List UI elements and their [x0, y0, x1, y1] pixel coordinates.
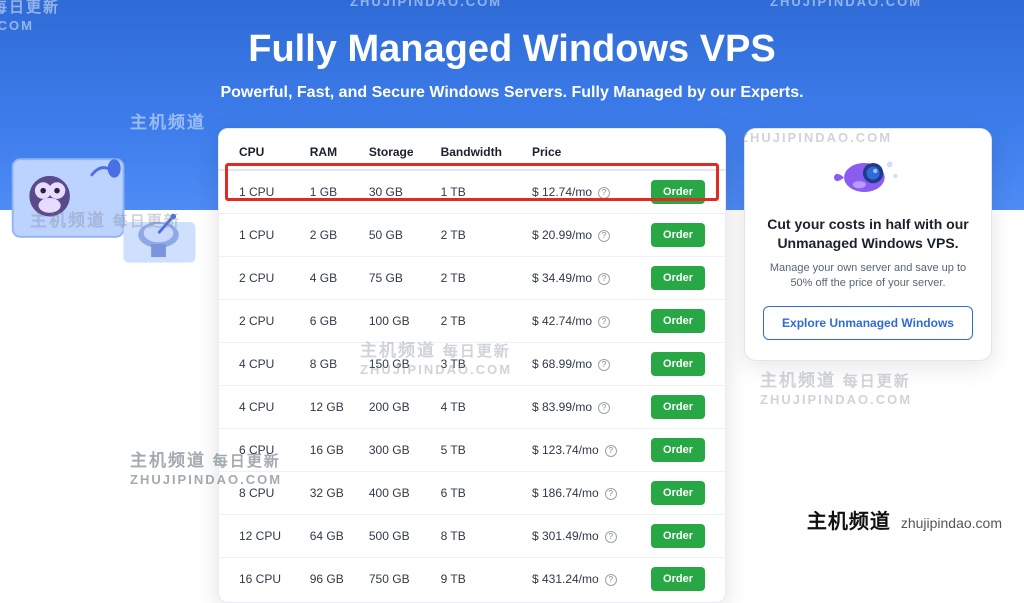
order-button[interactable]: Order [651, 180, 705, 204]
page-title: Fully Managed Windows VPS [0, 28, 1024, 71]
cell-cpu: 12 CPU [219, 515, 302, 558]
order-button[interactable]: Order [651, 481, 705, 505]
cell-storage: 50 GB [361, 214, 433, 257]
col-header-storage: Storage [361, 135, 433, 170]
cell-storage: 750 GB [361, 558, 433, 601]
corner-brand: 主机频道 zhujipindao.com [807, 505, 1002, 534]
cell-bandwidth: 4 TB [433, 386, 524, 429]
order-button[interactable]: Order [651, 524, 705, 548]
cell-ram: 12 GB [302, 386, 361, 429]
cell-ram: 4 GB [302, 257, 361, 300]
cell-bandwidth: 8 TB [433, 515, 524, 558]
page-subtitle: Powerful, Fast, and Secure Windows Serve… [0, 84, 1024, 102]
rocket-fish-icon [829, 147, 907, 205]
col-header-price: Price [524, 135, 643, 170]
table-row: 4 CPU12 GB200 GB4 TB$ 83.99/mo? Order [219, 386, 725, 429]
col-header-bandwidth: Bandwidth [433, 135, 524, 170]
cell-bandwidth: 2 TB [433, 257, 524, 300]
cell-price: $ 186.74/mo? [524, 472, 643, 515]
cell-cpu: 8 CPU [219, 472, 302, 515]
cell-storage: 75 GB [361, 257, 433, 300]
cell-price: $ 83.99/mo? [524, 386, 643, 429]
table-row: 12 CPU64 GB500 GB8 TB$ 301.49/mo? Order [219, 515, 725, 558]
cell-storage: 30 GB [361, 170, 433, 214]
cell-cpu: 2 CPU [219, 257, 302, 300]
pricing-table-card: CPU RAM Storage Bandwidth Price 1 CPU1 G… [218, 128, 726, 603]
price-info-icon[interactable]: ? [605, 531, 617, 543]
price-info-icon[interactable]: ? [605, 488, 617, 500]
cell-ram: 8 GB [302, 343, 361, 386]
cell-cpu: 4 CPU [219, 343, 302, 386]
cell-bandwidth: 2 TB [433, 214, 524, 257]
cell-cpu: 2 CPU [219, 300, 302, 343]
table-row: 8 CPU32 GB400 GB6 TB$ 186.74/mo? Order [219, 472, 725, 515]
table-row: 16 CPU96 GB750 GB9 TB$ 431.24/mo? Order [219, 558, 725, 601]
cell-price: $ 20.99/mo? [524, 214, 643, 257]
table-row: 1 CPU2 GB50 GB2 TB$ 20.99/mo? Order [219, 214, 725, 257]
explore-unmanaged-button[interactable]: Explore Unmanaged Windows [763, 306, 973, 340]
cell-price: $ 42.74/mo? [524, 300, 643, 343]
price-info-icon[interactable]: ? [598, 273, 610, 285]
cell-cpu: 1 CPU [219, 170, 302, 214]
cell-storage: 150 GB [361, 343, 433, 386]
table-row: 2 CPU6 GB100 GB2 TB$ 42.74/mo? Order [219, 300, 725, 343]
cell-storage: 100 GB [361, 300, 433, 343]
cell-ram: 96 GB [302, 558, 361, 601]
cell-bandwidth: 9 TB [433, 558, 524, 601]
order-button[interactable]: Order [651, 309, 705, 333]
cell-price: $ 68.99/mo? [524, 343, 643, 386]
cell-price: $ 431.24/mo? [524, 558, 643, 601]
cell-bandwidth: 1 TB [433, 170, 524, 214]
cell-ram: 1 GB [302, 170, 361, 214]
price-info-icon[interactable]: ? [598, 402, 610, 414]
cell-cpu: 1 CPU [219, 214, 302, 257]
sidebar-promo-card: Cut your costs in half with our Unmanage… [744, 128, 992, 361]
cell-price: $ 123.74/mo? [524, 429, 643, 472]
price-info-icon[interactable]: ? [598, 359, 610, 371]
order-button[interactable]: Order [651, 395, 705, 419]
order-button[interactable]: Order [651, 223, 705, 247]
cell-ram: 2 GB [302, 214, 361, 257]
sidebar-headline: Cut your costs in half with our Unmanage… [763, 215, 973, 253]
cell-cpu: 4 CPU [219, 386, 302, 429]
cell-ram: 16 GB [302, 429, 361, 472]
order-button[interactable]: Order [651, 567, 705, 591]
cell-price: $ 301.49/mo? [524, 515, 643, 558]
col-header-ram: RAM [302, 135, 361, 170]
order-button[interactable]: Order [651, 438, 705, 462]
cell-storage: 300 GB [361, 429, 433, 472]
cell-cpu: 6 CPU [219, 429, 302, 472]
cell-price: $ 34.49/mo? [524, 257, 643, 300]
col-header-cpu: CPU [219, 135, 302, 170]
cell-bandwidth: 6 TB [433, 472, 524, 515]
order-button[interactable]: Order [651, 266, 705, 290]
cell-bandwidth: 3 TB [433, 343, 524, 386]
watermark-text: 主机频道 [130, 451, 206, 470]
price-info-icon[interactable]: ? [598, 187, 610, 199]
pricing-table: CPU RAM Storage Bandwidth Price 1 CPU1 G… [219, 135, 725, 600]
cell-ram: 64 GB [302, 515, 361, 558]
hero-illustration [10, 150, 200, 270]
cell-storage: 400 GB [361, 472, 433, 515]
order-button[interactable]: Order [651, 352, 705, 376]
cell-storage: 500 GB [361, 515, 433, 558]
table-row: 1 CPU1 GB30 GB1 TB$ 12.74/mo? Order [219, 170, 725, 214]
price-info-icon[interactable]: ? [605, 445, 617, 457]
cell-bandwidth: 2 TB [433, 300, 524, 343]
price-info-icon[interactable]: ? [598, 316, 610, 328]
cell-ram: 32 GB [302, 472, 361, 515]
table-row: 2 CPU4 GB75 GB2 TB$ 34.49/mo? Order [219, 257, 725, 300]
brand-cn: 主机频道 [807, 505, 891, 534]
cell-ram: 6 GB [302, 300, 361, 343]
cell-price: $ 12.74/mo? [524, 170, 643, 214]
cell-storage: 200 GB [361, 386, 433, 429]
price-info-icon[interactable]: ? [605, 574, 617, 586]
sidebar-body: Manage your own server and save up to 50… [763, 261, 973, 292]
cell-bandwidth: 5 TB [433, 429, 524, 472]
price-info-icon[interactable]: ? [598, 230, 610, 242]
cell-cpu: 16 CPU [219, 558, 302, 601]
table-row: 4 CPU8 GB150 GB3 TB$ 68.99/mo? Order [219, 343, 725, 386]
brand-en: zhujipindao.com [901, 515, 1002, 531]
table-row: 6 CPU16 GB300 GB5 TB$ 123.74/mo? Order [219, 429, 725, 472]
